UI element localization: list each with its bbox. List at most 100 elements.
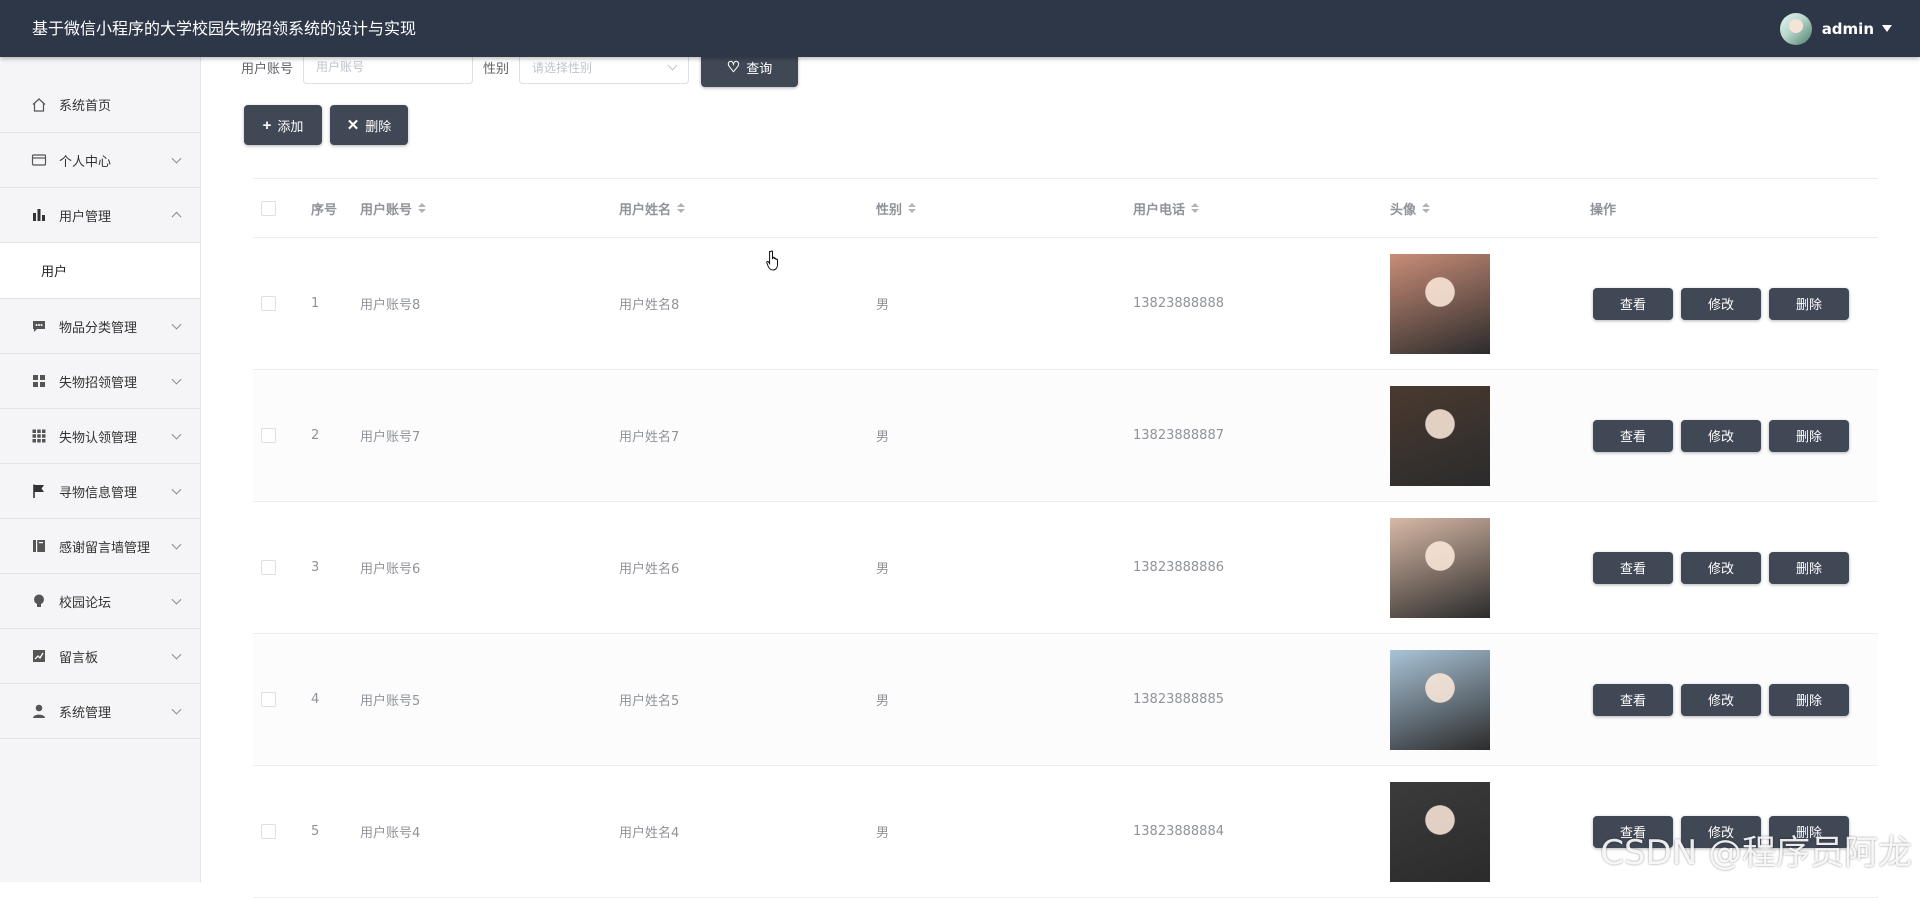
sort-icon — [1422, 203, 1431, 213]
sidebar-item-label: 校园论坛 — [59, 595, 112, 611]
chevron-down-icon — [171, 594, 182, 605]
sidebar-item-category[interactable]: 物品分类管理 — [0, 299, 200, 354]
edit-button[interactable]: 修改 — [1681, 287, 1761, 320]
chevron-down-icon — [171, 319, 182, 330]
sidebar-item-label: 物品分类管理 — [59, 320, 138, 336]
table-header: 序号 用户账号 用户姓名 性别 用户电话 头像 操作 — [253, 179, 1878, 238]
edit-button-label: 修改 — [1707, 693, 1734, 708]
edit-button-label: 修改 — [1707, 297, 1734, 312]
col-phone-header[interactable]: 用户电话 — [1133, 179, 1200, 237]
view-button[interactable]: 查看 — [1593, 287, 1673, 320]
caret-down-icon — [1882, 25, 1892, 32]
delete-button[interactable]: 删除 — [1769, 683, 1849, 716]
table-body: 1 用户账号8 用户姓名8 男 13823888888 查看 修改 删除 2 用户账号7 用户… — [253, 238, 1878, 898]
avatar-photo — [1390, 781, 1490, 882]
sidebar-item-lost-found[interactable]: 失物招领管理 — [0, 354, 200, 409]
cell-name: 用户姓名8 — [619, 298, 680, 313]
cell-account: 用户账号6 — [360, 562, 421, 577]
add-button[interactable]: + 添加 — [244, 105, 322, 145]
row-checkbox[interactable] — [261, 428, 276, 443]
cell-phone: 13823888886 — [1133, 560, 1224, 575]
table-row: 4 用户账号5 用户姓名5 男 13823888885 查看 修改 删除 — [253, 634, 1878, 766]
sidebar-item-forum[interactable]: 校园论坛 — [0, 574, 200, 629]
app-title: 基于微信小程序的大学校园失物招领系统的设计与实现 — [32, 19, 417, 38]
view-button[interactable]: 查看 — [1593, 551, 1673, 584]
chevron-down-icon — [171, 649, 182, 660]
cell-gender: 男 — [876, 562, 890, 577]
table-row: 1 用户账号8 用户姓名8 男 13823888888 查看 修改 删除 — [253, 238, 1878, 370]
sidebar-item-label: 系统首页 — [59, 99, 112, 114]
view-button-label: 查看 — [1619, 693, 1646, 708]
delete-button[interactable]: 删除 — [1769, 551, 1849, 584]
sidebar-item-label: 感谢留言墙管理 — [59, 540, 151, 556]
view-button[interactable]: 查看 — [1593, 419, 1673, 452]
col-gender-header[interactable]: 性别 — [876, 179, 917, 237]
batch-delete-button[interactable]: ✕ 删除 — [330, 105, 408, 145]
top-bar: 基于微信小程序的大学校园失物招领系统的设计与实现 admin — [0, 0, 1920, 57]
sidebar-item-message-board[interactable]: 留言板 — [0, 629, 200, 684]
sidebar-item-personal[interactable]: 个人中心 — [0, 133, 200, 188]
sidebar-item-system[interactable]: 系统管理 — [0, 684, 200, 739]
cell-gender: 男 — [876, 430, 890, 445]
sidebar: 系统首页 个人中心 用户管理 用户 物品分类管理 失物招领管理 失物认领管理 寻… — [0, 57, 201, 882]
edit-button[interactable]: 修改 — [1681, 419, 1761, 452]
user-icon — [31, 703, 47, 719]
chevron-down-icon — [171, 539, 182, 550]
cell-gender: 男 — [876, 298, 890, 313]
cell-phone: 13823888885 — [1133, 692, 1224, 707]
col-account-header[interactable]: 用户账号 — [360, 179, 427, 237]
chevron-down-icon — [171, 429, 182, 440]
delete-button[interactable]: 删除 — [1769, 419, 1849, 452]
account-label: 用户账号 — [241, 61, 294, 77]
row-checkbox[interactable] — [261, 824, 276, 839]
table-row: 2 用户账号7 用户姓名7 男 13823888887 查看 修改 删除 — [253, 370, 1878, 502]
cell-gender: 男 — [876, 694, 890, 709]
col-name-header[interactable]: 用户姓名 — [619, 179, 686, 237]
sidebar-item-seek[interactable]: 寻物信息管理 — [0, 464, 200, 519]
cell-index: 5 — [311, 824, 320, 839]
chevron-down-icon — [171, 484, 182, 495]
row-checkbox[interactable] — [261, 560, 276, 575]
cell-account: 用户账号8 — [360, 298, 421, 313]
sort-icon — [908, 203, 917, 213]
delete-button-label: 删除 — [1795, 429, 1822, 444]
avatar-photo — [1390, 253, 1490, 354]
gender-label: 性别 — [483, 61, 510, 77]
sidebar-item-home[interactable]: 系统首页 — [0, 77, 200, 133]
avatar — [1779, 12, 1812, 45]
view-button-label: 查看 — [1619, 297, 1646, 312]
search-icon: ♡ — [726, 59, 741, 76]
edit-button[interactable]: 修改 — [1681, 683, 1761, 716]
edit-button[interactable]: 修改 — [1681, 551, 1761, 584]
sidebar-item-thanks-wall[interactable]: 感谢留言墙管理 — [0, 519, 200, 574]
delete-button-label: 删除 — [1795, 561, 1822, 576]
table-row: 3 用户账号6 用户姓名6 男 13823888886 查看 修改 删除 — [253, 502, 1878, 634]
sidebar-item-label: 失物招领管理 — [59, 375, 138, 391]
row-checkbox[interactable] — [261, 296, 276, 311]
sidebar-item-user-management[interactable]: 用户管理 — [0, 188, 200, 243]
cell-name: 用户姓名7 — [619, 430, 680, 445]
sidebar-item-label: 系统管理 — [59, 705, 112, 721]
cell-phone: 13823888884 — [1133, 824, 1224, 839]
cell-phone: 13823888887 — [1133, 428, 1224, 443]
sidebar-item-label: 用户管理 — [59, 209, 112, 225]
col-avatar-header[interactable]: 头像 — [1390, 179, 1431, 237]
select-all-checkbox[interactable] — [261, 200, 276, 216]
sidebar-subitem-user[interactable]: 用户 — [0, 243, 200, 299]
toolbar: + 添加 ✕ 删除 — [244, 105, 416, 145]
sidebar-item-claim[interactable]: 失物认领管理 — [0, 409, 200, 464]
delete-button[interactable]: 删除 — [1769, 287, 1849, 320]
view-button[interactable]: 查看 — [1593, 683, 1673, 716]
cell-index: 3 — [311, 560, 320, 575]
hand-cursor-icon — [766, 250, 778, 271]
apps-icon — [31, 428, 47, 444]
edit-button-label: 修改 — [1707, 429, 1734, 444]
user-menu[interactable]: admin — [1779, 0, 1892, 57]
row-checkbox[interactable] — [261, 692, 276, 707]
plus-icon: + — [262, 116, 272, 134]
col-index: 序号 — [311, 202, 338, 218]
grid-icon — [31, 373, 47, 389]
chevron-down-icon — [171, 374, 182, 385]
col-avatar: 头像 — [1390, 202, 1417, 218]
batch-delete-button-label: 删除 — [365, 118, 392, 134]
